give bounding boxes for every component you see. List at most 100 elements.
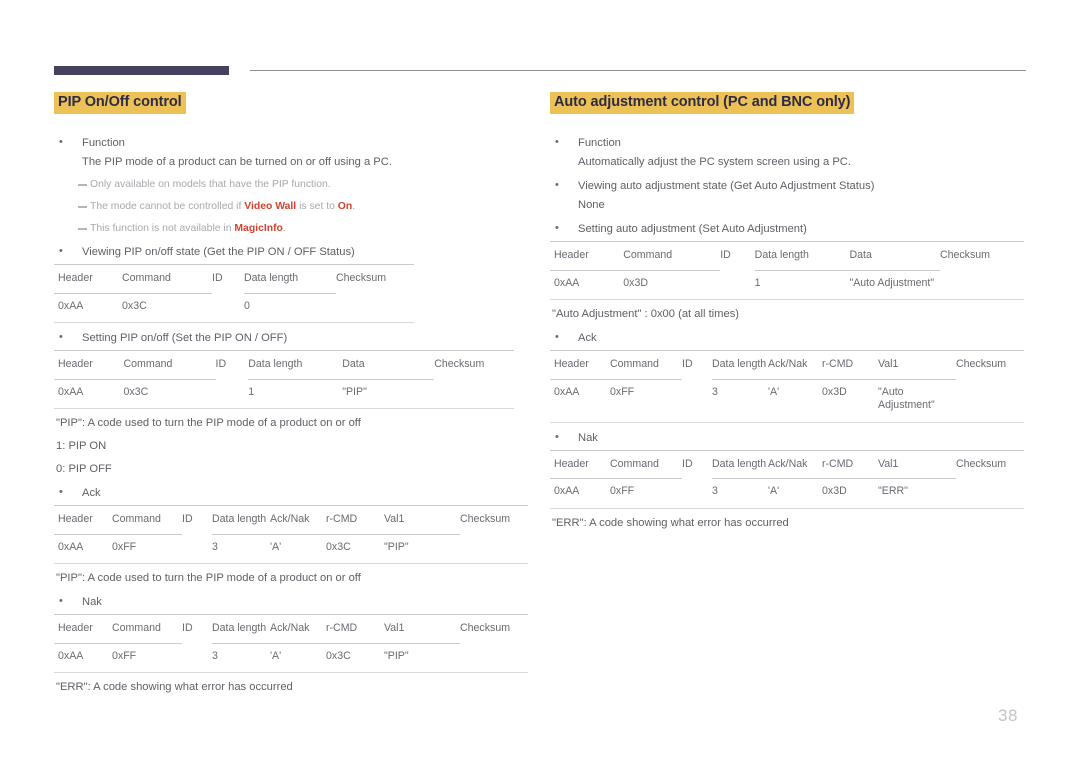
- pip-off-value: 0: PIP OFF: [56, 463, 112, 475]
- cell: 0xAA: [550, 269, 624, 300]
- left-column: PIP On/Off control Function The PIP mode…: [54, 92, 532, 696]
- table-header-row: Header Command ID Data length Ack/Nak r-…: [550, 350, 1024, 379]
- col-header: Checksum: [956, 449, 1024, 479]
- get-auto-adjustment-label: Viewing auto adjustment state (Get Auto …: [578, 180, 875, 192]
- bullet-ack: Ack: [550, 329, 1028, 347]
- cell: "PIP": [384, 533, 460, 564]
- table-row: 0xAA 0xFF 3 'A' 0x3C "PIP": [54, 533, 528, 564]
- col-header: ID: [215, 350, 249, 379]
- col-header: ID: [182, 614, 212, 643]
- col-header: Data: [342, 350, 435, 379]
- cell: 0x3C: [122, 292, 212, 323]
- col-header: Header: [54, 264, 122, 293]
- table-header-row: Header Command ID Data length Data Check…: [54, 350, 514, 379]
- note-emphasis-magicinfo: MagicInfo: [234, 223, 283, 234]
- col-header: Data length: [712, 350, 768, 379]
- col-header: r-CMD: [326, 614, 384, 643]
- cell: 0xFF: [112, 533, 182, 564]
- table-ack-wrap: Header Command ID Data length Ack/Nak r-…: [54, 505, 528, 564]
- cell: 'A': [768, 378, 822, 423]
- col-header: Command: [610, 350, 682, 379]
- cell: 3: [212, 642, 270, 673]
- cell: [956, 478, 1024, 509]
- col-header: Command: [123, 350, 216, 379]
- cell: [682, 379, 712, 423]
- top-rule-thin-line: [250, 70, 1026, 71]
- col-header: Command: [112, 505, 182, 534]
- col-header: Val1: [384, 614, 460, 643]
- table-header-row: Header Command ID Data length Checksum: [54, 264, 414, 293]
- cell: 0x3D: [623, 269, 721, 300]
- table-header-row: Header Command ID Data length Ack/Nak r-…: [54, 614, 528, 643]
- table-row: 0xAA 0xFF 3 'A' 0x3D "Auto Adjustment": [550, 378, 1024, 423]
- col-header: Header: [550, 449, 610, 479]
- bullet-get-auto-adjustment-status: Viewing auto adjustment state (Get Auto …: [550, 177, 1028, 214]
- cell: 'A': [270, 642, 326, 673]
- cell: [212, 293, 244, 323]
- pip-on-value: 1: PIP ON: [56, 440, 107, 452]
- table-nak: Header Command ID Data length Ack/Nak r-…: [54, 614, 528, 673]
- function-description: Automatically adjust the PC system scree…: [578, 156, 851, 168]
- cell: [939, 270, 1024, 300]
- cell: "PIP": [384, 642, 460, 673]
- bullet-nak: Nak: [54, 593, 532, 611]
- table-ack: Header Command ID Data length Ack/Nak r-…: [54, 505, 528, 564]
- cell: 0xFF: [112, 642, 182, 673]
- note-emphasis-on: On: [337, 201, 353, 212]
- cell: 'A': [768, 478, 822, 509]
- cell: 0x3D: [822, 378, 878, 423]
- col-header: r-CMD: [822, 350, 878, 379]
- table-nak: Header Command ID Data length Ack/Nak r-…: [550, 449, 1024, 509]
- cell: 1: [248, 378, 343, 409]
- function-label: Function: [578, 137, 621, 149]
- cell: "Auto Adjustment": [878, 378, 956, 423]
- get-auto-adjustment-value: None: [578, 199, 605, 211]
- col-header: Data length: [212, 505, 270, 534]
- col-header: ID: [182, 505, 212, 534]
- err-code-description: "ERR": A code showing what error has occ…: [552, 516, 789, 529]
- col-header: ID: [682, 449, 712, 479]
- col-header: Header: [54, 350, 124, 379]
- col-header: Checksum: [434, 350, 514, 379]
- table-row: 0xAA 0x3C 0: [54, 292, 414, 323]
- note-text: The mode cannot be controlled if: [90, 201, 245, 212]
- cell: 0xAA: [54, 533, 112, 564]
- note-magicinfo: This function is not available in MagicI…: [54, 221, 532, 237]
- table-row: 0xAA 0xFF 3 'A' 0x3C "PIP": [54, 642, 528, 673]
- err-code-description: "ERR": A code showing what error has occ…: [56, 681, 293, 693]
- table-row: 0xAA 0x3C 1 "PIP": [54, 378, 514, 409]
- function-label: Function: [82, 137, 125, 149]
- cell: [460, 643, 528, 673]
- bullet-nak: Nak: [550, 429, 1028, 447]
- cell: [434, 379, 514, 409]
- col-header: Command: [610, 449, 682, 479]
- cell: [460, 534, 528, 564]
- pip-code-description: "PIP": A code used to turn the PIP mode …: [56, 417, 361, 429]
- right-column: Auto adjustment control (PC and BNC only…: [550, 92, 1028, 532]
- bullet-ack: Ack: [54, 484, 532, 502]
- table-row: 0xAA 0x3D 1 "Auto Adjustment": [550, 269, 1024, 300]
- col-header: Header: [54, 614, 112, 643]
- col-header: Data length: [212, 614, 270, 643]
- cell: 0x3C: [123, 378, 216, 409]
- table-row: 0xAA 0xFF 3 'A' 0x3D "ERR": [550, 478, 1024, 509]
- col-header: Val1: [384, 505, 460, 534]
- col-header: Data length: [754, 241, 850, 270]
- table-ack-wrap: Header Command ID Data length Ack/Nak r-…: [550, 350, 1024, 423]
- cell: 0xFF: [610, 378, 682, 423]
- cell: "Auto Adjustment": [849, 269, 940, 300]
- cell: 0xAA: [550, 378, 610, 423]
- cell: [720, 270, 755, 300]
- col-header: Checksum: [336, 264, 414, 293]
- table-header-row: Header Command ID Data length Ack/Nak r-…: [550, 449, 1024, 479]
- cell: 0: [244, 292, 336, 323]
- cell: 0xFF: [610, 478, 682, 509]
- col-header: Ack/Nak: [768, 449, 822, 479]
- col-header: ID: [212, 264, 244, 293]
- cell: [182, 643, 212, 673]
- col-header: ID: [682, 350, 712, 379]
- note-text: is set to: [296, 201, 338, 212]
- cell: 0xAA: [54, 642, 112, 673]
- bullet-function: Function Automatically adjust the PC sys…: [550, 134, 1028, 171]
- table-get-pip-status: Header Command ID Data length Checksum 0…: [54, 264, 414, 323]
